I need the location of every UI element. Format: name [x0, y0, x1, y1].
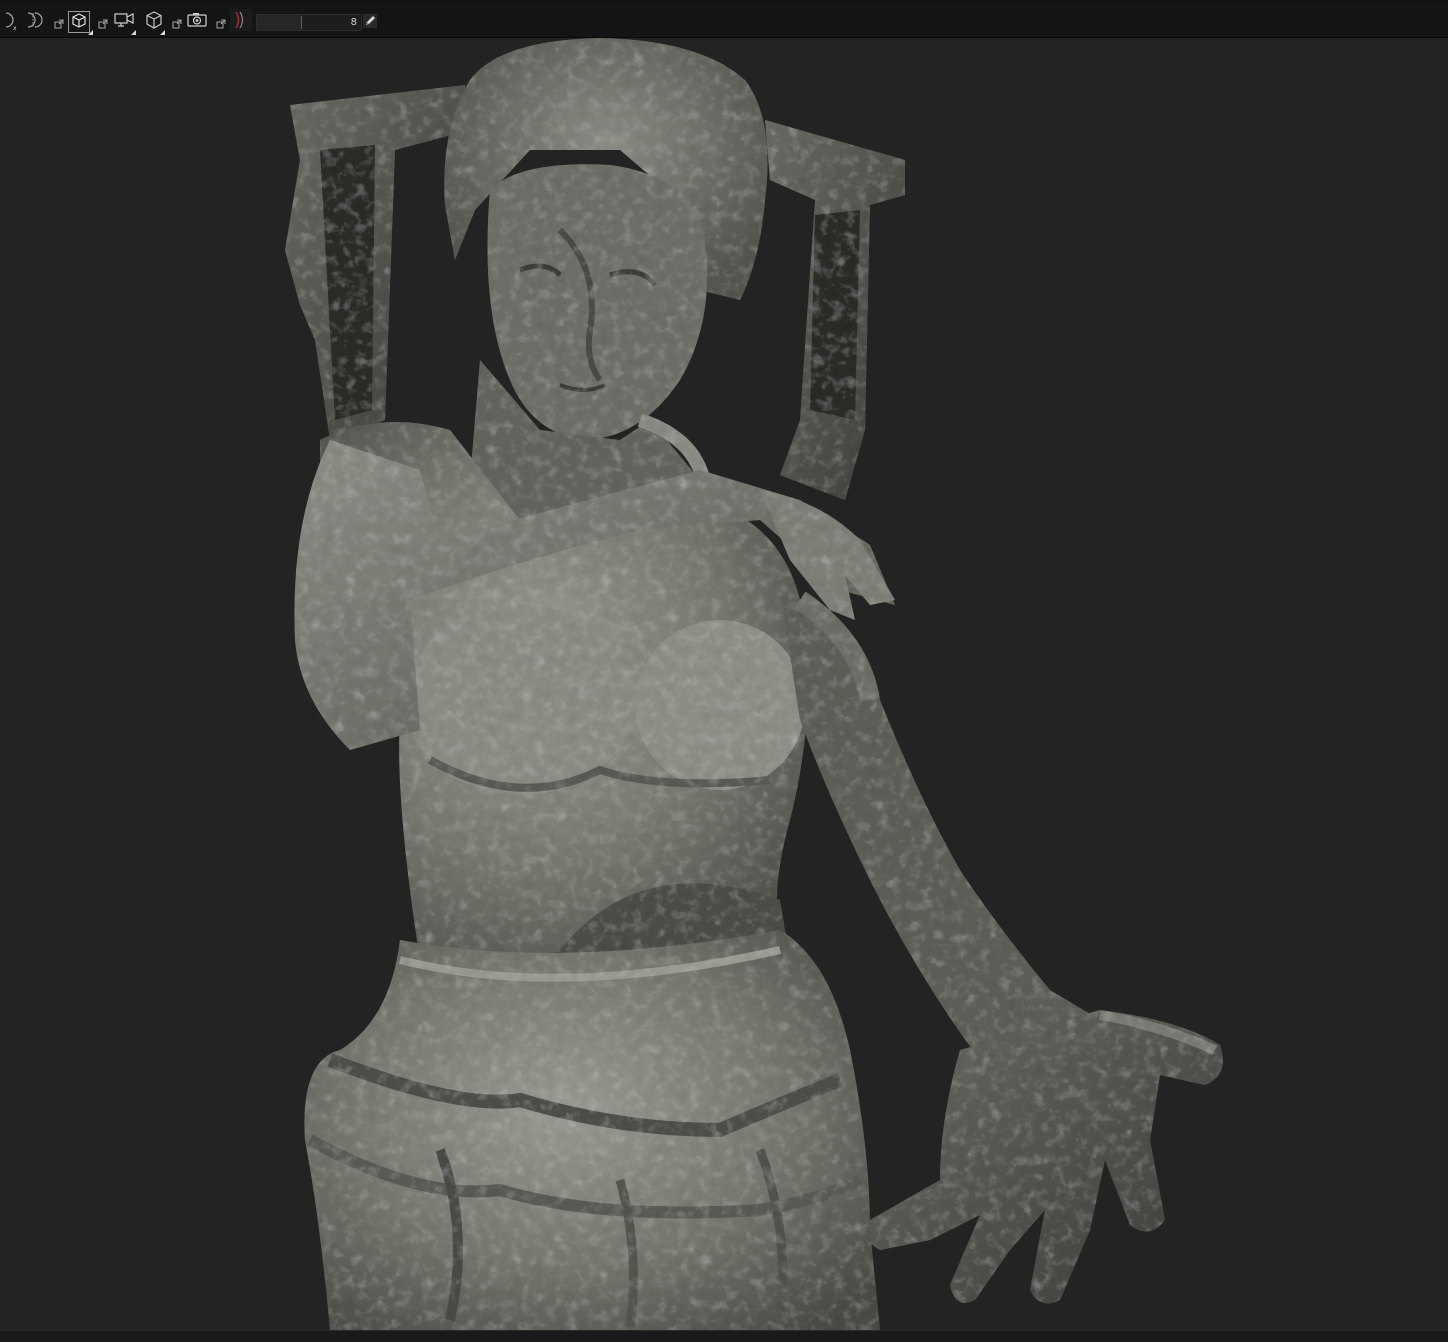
statue-render: [285, 38, 1223, 1331]
pencil-icon[interactable]: [363, 14, 377, 28]
slider-handle[interactable]: [300, 16, 302, 29]
cube-outline-icon[interactable]: [143, 9, 165, 31]
external-link-icon[interactable]: [216, 14, 226, 29]
screenshot-camera-icon[interactable]: [186, 9, 210, 31]
svg-text:x: x: [13, 25, 17, 31]
slider-value: 8: [350, 17, 357, 28]
external-link-icon[interactable]: [98, 14, 108, 29]
half-sphere-icon[interactable]: [24, 9, 46, 31]
slider-fill: [257, 15, 301, 30]
viewport-toolbar: x 8: [0, 3, 1448, 38]
external-link-icon[interactable]: [172, 14, 182, 29]
brush-size-slider[interactable]: 8: [256, 14, 362, 31]
3d-viewport[interactable]: [0, 38, 1448, 1331]
dropdown-corner-icon: [88, 30, 93, 35]
viewport-bottom-border: [0, 1330, 1448, 1342]
camera-display-icon[interactable]: [113, 9, 137, 31]
dropdown-corner-icon: [131, 30, 136, 35]
cube-icon[interactable]: [70, 10, 90, 32]
brush-bracket-icon[interactable]: [230, 9, 252, 31]
external-link-icon[interactable]: [54, 14, 64, 29]
sphere-x-icon[interactable]: x: [0, 9, 20, 31]
dropdown-corner-icon: [160, 30, 165, 35]
